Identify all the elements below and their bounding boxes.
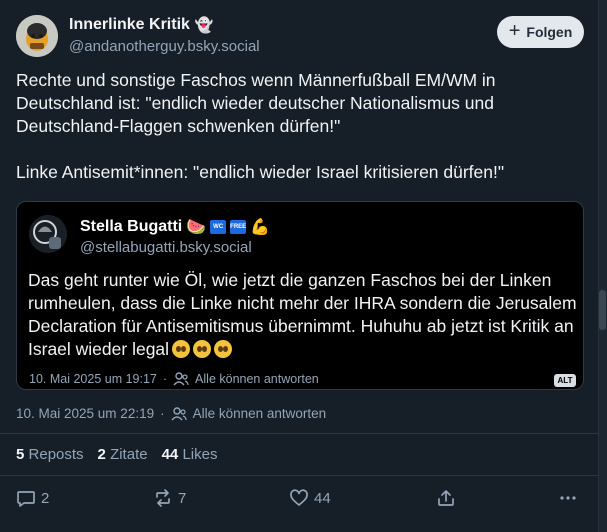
pleading-face-emoji-icon bbox=[214, 340, 233, 358]
author-avatar-image bbox=[16, 15, 58, 57]
reply-count: 2 bbox=[41, 489, 50, 507]
reply-icon bbox=[17, 491, 35, 507]
quotes-count: 2 bbox=[97, 446, 106, 463]
quotes-stat[interactable]: 2 Zitate bbox=[98, 446, 148, 463]
plus-icon: + bbox=[508, 20, 521, 42]
ghost-emoji-icon: 👻 bbox=[194, 17, 214, 34]
wc-badge-icon: WC bbox=[210, 220, 227, 234]
meta-separator: · bbox=[162, 372, 168, 386]
post-text: Rechte und sonstige Faschos wenn Männerf… bbox=[16, 70, 505, 182]
quoted-author-handle[interactable]: @stellabugatti.bsky.social bbox=[80, 239, 252, 256]
post-meta: 10. Mai 2025 um 22:19 · Alle können antw… bbox=[16, 406, 326, 421]
scrollbar-thumb[interactable] bbox=[599, 290, 606, 330]
share-icon bbox=[438, 490, 454, 506]
post-thread: Innerlinke Kritik 👻 @andanotherguy.bsky.… bbox=[0, 0, 598, 532]
reposts-stat[interactable]: 5 Reposts bbox=[16, 446, 84, 463]
reposts-label: Reposts bbox=[28, 446, 84, 463]
share-button[interactable] bbox=[436, 488, 456, 508]
likes-label: Likes bbox=[182, 446, 218, 463]
meta-separator: · bbox=[160, 406, 165, 421]
repost-count: 7 bbox=[178, 489, 187, 507]
author-avatar[interactable] bbox=[16, 15, 58, 57]
follow-button[interactable]: + Folgen bbox=[497, 16, 584, 48]
like-count: 44 bbox=[314, 489, 331, 507]
author-display-name[interactable]: Innerlinke Kritik bbox=[69, 16, 190, 34]
divider bbox=[0, 475, 598, 476]
quoted-post-body: Das geht runter wie Öl, wie jetzt die ga… bbox=[28, 270, 577, 359]
scrollbar[interactable] bbox=[598, 0, 607, 532]
engagement-stats: 5 Reposts 2 Zitate 44 Likes bbox=[16, 446, 217, 463]
likes-count: 44 bbox=[161, 446, 179, 463]
more-dots-icon bbox=[560, 496, 576, 500]
reposts-count: 5 bbox=[16, 446, 25, 463]
post-actions: 2 7 44 bbox=[16, 488, 586, 512]
likes-stat[interactable]: 44 Likes bbox=[162, 446, 218, 463]
flexed-biceps-emoji-icon: 💪 bbox=[250, 219, 271, 236]
quoted-author-name[interactable]: Stella Bugatti 🍉 WC FREE 💪 bbox=[80, 217, 270, 237]
quoted-post-text: Das geht runter wie Öl, wie jetzt die ga… bbox=[28, 269, 578, 361]
repost-icon bbox=[156, 489, 170, 507]
post-date[interactable]: 10. Mai 2025 um 22:19 bbox=[16, 406, 154, 421]
author-name[interactable]: Innerlinke Kritik 👻 bbox=[69, 16, 214, 34]
more-options-button[interactable] bbox=[558, 488, 578, 508]
pleading-face-emoji-icon bbox=[193, 340, 212, 358]
quoted-author-avatar[interactable] bbox=[29, 215, 67, 253]
heart-icon bbox=[290, 489, 308, 506]
quoted-post-date[interactable]: 10. Mai 2025 um 19:17 bbox=[29, 372, 157, 386]
free-badge-icon: FREE bbox=[230, 220, 246, 234]
reply-setting: Alle können antworten bbox=[192, 406, 327, 421]
reply-button[interactable]: 2 bbox=[16, 488, 49, 508]
quoted-post[interactable]: Stella Bugatti 🍉 WC FREE 💪 @stellabugatt… bbox=[16, 201, 584, 390]
follow-button-label: Folgen bbox=[526, 24, 573, 40]
people-icon bbox=[173, 372, 189, 386]
watermelon-emoji-icon: 🍉 bbox=[186, 219, 207, 236]
quoted-avatar-image bbox=[29, 215, 67, 253]
people-icon bbox=[171, 406, 187, 420]
quoted-reply-setting: Alle können antworten bbox=[195, 372, 319, 386]
quoted-display-name[interactable]: Stella Bugatti bbox=[80, 218, 182, 236]
repost-button[interactable]: 7 bbox=[153, 488, 186, 508]
pleading-face-emoji-icon bbox=[172, 340, 191, 358]
quotes-label: Zitate bbox=[110, 446, 148, 463]
alt-text-badge[interactable]: ALT bbox=[554, 374, 576, 387]
like-button[interactable]: 44 bbox=[289, 488, 331, 508]
author-handle[interactable]: @andanotherguy.bsky.social bbox=[69, 38, 260, 55]
quoted-post-meta: 10. Mai 2025 um 19:17 · Alle können antw… bbox=[29, 372, 319, 386]
divider bbox=[0, 433, 598, 434]
